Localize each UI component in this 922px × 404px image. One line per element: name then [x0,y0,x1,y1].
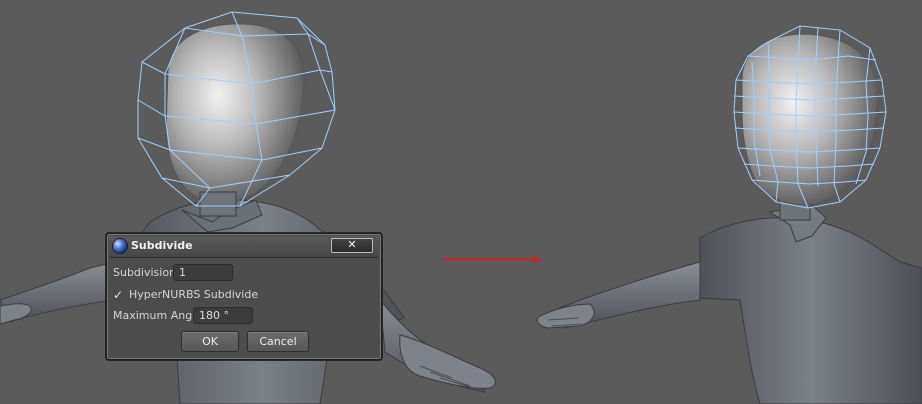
dialog-titlebar[interactable]: Subdivide ✕ [109,236,379,258]
dialog-title: Subdivide [131,239,193,252]
hypernurbs-checkbox[interactable]: ✓ [113,286,125,304]
max-angle-label: Maximum Angle [113,309,202,322]
hypernurbs-row: ✓ HyperNURBS Subdivide [113,286,373,304]
subdivision-row: Subdivision [113,264,373,282]
transform-arrow [444,255,541,263]
cancel-button[interactable]: Cancel [247,331,309,352]
subdivide-dialog[interactable]: Subdivide ✕ Subdivision ✓ HyperNURBS Subd… [106,233,382,360]
max-angle-input[interactable] [193,307,253,324]
ok-button[interactable]: OK [181,331,239,352]
subdivision-input[interactable] [173,264,233,281]
subdivision-label: Subdivision [113,266,177,279]
dialog-body: Subdivision ✓ HyperNURBS Subdivide Maximu… [109,258,379,357]
close-button[interactable]: ✕ [331,238,373,253]
max-angle-row: Maximum Angle [113,307,373,325]
hypernurbs-label: HyperNURBS Subdivide [129,288,259,301]
cinema4d-logo-icon [113,239,127,253]
character-after[interactable] [536,25,922,404]
